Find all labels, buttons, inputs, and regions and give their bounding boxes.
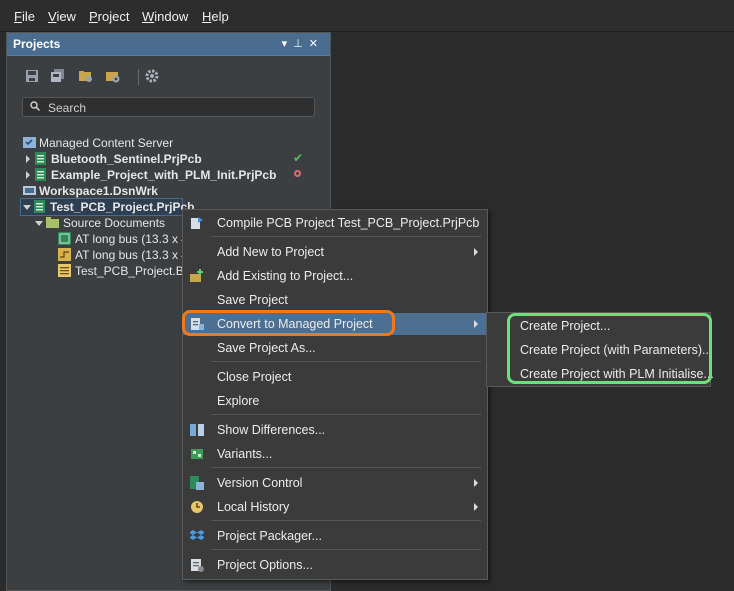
workspace-icon — [23, 186, 36, 195]
panel-title: Projects — [13, 37, 61, 51]
panel-header: Projects ▾⊥✕ — [7, 33, 330, 56]
bom-document-icon — [58, 264, 71, 277]
menu-item-save-as[interactable]: Save Project As... — [183, 337, 487, 359]
tree-label: Managed Content Server — [39, 136, 174, 150]
menu-item-label: Variants... — [217, 447, 273, 461]
close-icon[interactable]: ✕ — [309, 38, 324, 50]
menu-separator — [211, 236, 481, 237]
server-icon — [23, 137, 36, 148]
options-icon — [191, 559, 204, 572]
version-control-icon — [190, 476, 204, 490]
tree-item-project[interactable]: Bluetooth_Sentinel.PrjPcb ✔ — [7, 151, 317, 167]
menu-help[interactable]: Help — [202, 9, 229, 24]
tree-item-project[interactable]: Example_Project_with_PLM_Init.PrjPcb — [7, 167, 317, 183]
pcb-project-icon — [35, 168, 46, 181]
menu-item-label: Version Control — [217, 476, 303, 490]
menu-project[interactable]: Project — [89, 9, 129, 24]
pcb-project-icon — [35, 152, 46, 165]
menu-file[interactable]: File — [14, 9, 35, 24]
add-existing-icon — [190, 269, 203, 282]
menu-item-label: Local History — [217, 500, 290, 514]
folder-icon — [46, 217, 59, 228]
menu-item-label: Show Differences... — [217, 423, 326, 437]
packager-icon — [190, 530, 204, 540]
menu-item-add-new[interactable]: Add New to Project — [183, 241, 487, 263]
menu-item-label: Save Project — [217, 293, 288, 307]
menu-item-close-project[interactable]: Close Project — [183, 366, 487, 388]
expand-icon[interactable] — [26, 155, 30, 163]
tree-label: Example_Project_with_PLM_Init.PrjPcb — [51, 168, 277, 182]
menu-item-project-options[interactable]: Project Options... — [183, 554, 487, 576]
menu-item-label: Add New to Project — [217, 245, 324, 259]
menu-item-local-history[interactable]: Local History — [183, 496, 487, 518]
schematic-document-icon — [58, 248, 71, 261]
tree-label: AT long bus (13.3 x 4. — [75, 248, 192, 262]
open-project-icon[interactable] — [79, 69, 93, 83]
menu-item-variants[interactable]: Variants... — [183, 443, 487, 465]
compile-icon — [191, 217, 203, 229]
submenu-arrow-icon — [474, 503, 478, 511]
tree-label: AT long bus (13.3 x 4. — [75, 232, 192, 246]
panel-controls[interactable]: ▾⊥✕ — [282, 37, 324, 50]
search-input[interactable]: Search — [22, 97, 315, 117]
menu-bar: File View Project Window Help — [0, 0, 734, 32]
tree-label: Bluetooth_Sentinel.PrjPcb — [51, 152, 202, 166]
submenu-arrow-icon — [474, 479, 478, 487]
pcb-document-icon — [58, 232, 71, 245]
collapse-icon[interactable] — [23, 205, 31, 210]
submenu-arrow-icon — [474, 320, 478, 328]
menu-separator — [211, 467, 481, 468]
menu-separator — [211, 414, 481, 415]
project-settings-icon[interactable] — [106, 69, 120, 83]
menu-item-label: Project Packager... — [217, 529, 322, 543]
menu-item-label: Compile PCB Project Test_PCB_Project.Prj… — [217, 216, 480, 230]
panel-menu-icon[interactable]: ▾ — [282, 38, 294, 50]
highlight-callout-green — [507, 313, 712, 384]
menu-item-label: Close Project — [217, 370, 292, 384]
search-placeholder: Search — [48, 101, 87, 115]
menu-item-project-packager[interactable]: Project Packager... — [183, 525, 487, 547]
tree-item-workspace[interactable]: Workspace1.DsnWrk — [7, 183, 317, 199]
menu-view[interactable]: View — [48, 9, 76, 24]
menu-item-save-project[interactable]: Save Project — [183, 289, 487, 311]
differences-icon — [190, 424, 204, 436]
menu-item-label: Save Project As... — [217, 341, 316, 355]
checkmark-icon: ✔ — [292, 151, 303, 165]
search-icon — [30, 101, 40, 111]
gear-icon[interactable] — [145, 69, 159, 83]
history-icon — [191, 501, 203, 513]
menu-separator — [211, 549, 481, 550]
highlight-callout-orange — [182, 310, 395, 336]
menu-item-label: Project Options... — [217, 558, 313, 572]
save-all-icon[interactable] — [51, 69, 65, 83]
menu-separator — [211, 520, 481, 521]
save-icon[interactable] — [25, 69, 39, 83]
toolbar-divider — [138, 69, 139, 85]
menu-separator — [211, 361, 481, 362]
pcb-project-icon — [34, 200, 45, 213]
collapse-icon[interactable] — [35, 221, 43, 226]
submenu-arrow-icon — [474, 248, 478, 256]
menu-item-add-existing[interactable]: Add Existing to Project... — [183, 265, 487, 287]
variants-icon — [191, 449, 203, 459]
tree-item-server[interactable]: Managed Content Server — [7, 135, 317, 151]
tree-item-active-project[interactable]: Test_PCB_Project.PrjPcb — [20, 198, 195, 216]
menu-item-version-control[interactable]: Version Control — [183, 472, 487, 494]
menu-window[interactable]: Window — [142, 9, 188, 24]
menu-item-show-differences[interactable]: Show Differences... — [183, 419, 487, 441]
tree-label: Test_PCB_Project.PrjPcb — [50, 200, 195, 214]
tree-label: Workspace1.DsnWrk — [39, 184, 158, 198]
menu-item-explore[interactable]: Explore — [183, 390, 487, 412]
menu-item-compile[interactable]: Compile PCB Project Test_PCB_Project.Prj… — [183, 212, 487, 234]
expand-icon[interactable] — [26, 171, 30, 179]
pin-icon[interactable]: ⊥ — [293, 38, 309, 50]
modified-status-icon — [294, 170, 301, 177]
menu-item-label: Explore — [217, 394, 260, 408]
tree-label: Source Documents — [63, 216, 166, 230]
menu-item-label: Add Existing to Project... — [217, 269, 354, 283]
context-menu: Compile PCB Project Test_PCB_Project.Prj… — [182, 209, 488, 580]
